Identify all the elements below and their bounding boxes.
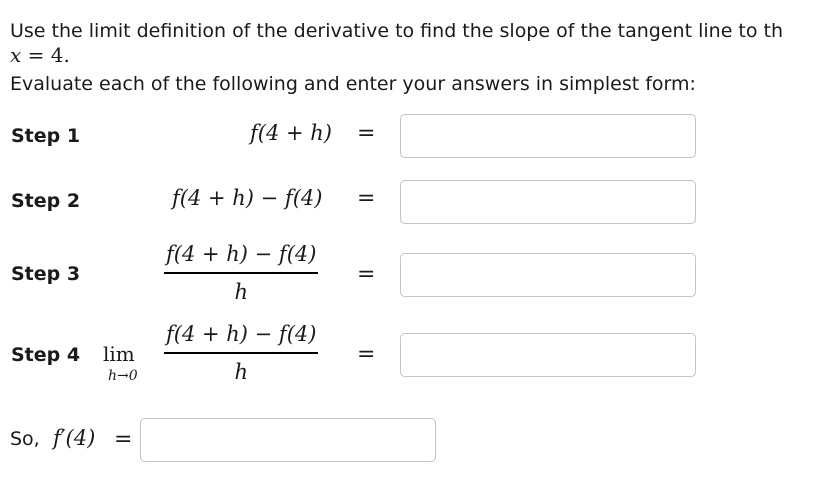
step-1-expression: f(4 + h): [250, 121, 332, 145]
step-4-fraction: f(4 + h) − f(4) h: [164, 322, 319, 384]
step-2-equals: =: [357, 186, 376, 211]
step-4-equals: =: [357, 342, 376, 367]
final-expression: f′(4): [53, 426, 96, 450]
step-2-label: Step 2: [11, 190, 81, 212]
final-label: So,: [10, 428, 40, 450]
instructions: Evaluate each of the following and enter…: [10, 73, 696, 95]
step-4-answer-input[interactable]: [400, 333, 696, 377]
x-value: x = 4.: [10, 43, 70, 67]
step-4-label: Step 4: [11, 344, 81, 366]
step-3-fraction: f(4 + h) − f(4) h: [164, 242, 319, 304]
limit-subscript: h→0: [108, 368, 138, 384]
step-3-answer-input[interactable]: [400, 253, 696, 297]
step-1-label: Step 1: [11, 125, 81, 147]
step-4-numerator: f(4 + h) − f(4): [166, 322, 317, 346]
step-3-denominator: h: [234, 279, 248, 304]
problem-statement: Use the limit definition of the derivati…: [10, 20, 784, 42]
final-answer-input[interactable]: [140, 418, 436, 462]
final-equals: =: [114, 427, 133, 452]
step-3-numerator: f(4 + h) − f(4): [166, 242, 317, 266]
step-1-equals: =: [357, 121, 376, 146]
step-4-denominator: h: [234, 359, 248, 384]
step-3-label: Step 3: [11, 263, 81, 285]
step-1-answer-input[interactable]: [400, 114, 696, 158]
limit-operator: lim: [103, 342, 135, 366]
step-3-equals: =: [357, 262, 376, 287]
step-2-expression: f(4 + h) − f(4): [172, 186, 323, 210]
step-2-answer-input[interactable]: [400, 180, 696, 224]
